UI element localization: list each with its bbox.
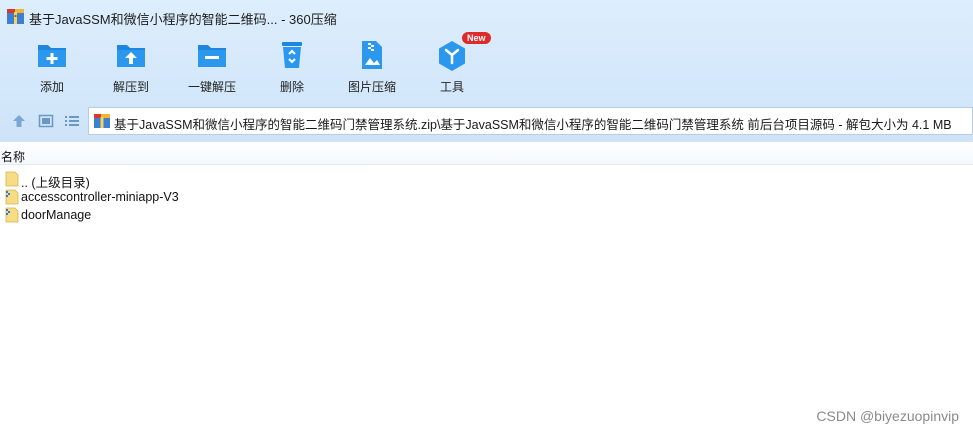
extract-to-label: 解压到	[112, 80, 149, 94]
list-item[interactable]: doorManage	[3, 206, 403, 224]
column-header-name[interactable]: 名称	[0, 142, 973, 165]
watermark-text: CSDN @biyezuopinvip	[816, 408, 959, 424]
new-badge: New	[462, 32, 491, 44]
add-folder-icon	[38, 45, 66, 67]
thumbnail-view-icon[interactable]	[38, 113, 54, 129]
image-compress-icon	[362, 41, 382, 69]
tools-label: 工具	[439, 80, 464, 94]
column-header-label: 名称	[1, 150, 26, 164]
extract-to-button[interactable]: 解压到	[91, 36, 171, 96]
one-click-extract-button[interactable]: 一键解压	[172, 36, 252, 96]
list-item[interactable]: accesscontroller-miniapp-V3	[3, 188, 403, 206]
zip-folder-icon	[5, 207, 19, 223]
parent-folder-icon	[5, 171, 19, 187]
add-label: 添加	[39, 80, 64, 94]
toolbar: 添加 解压到 一键解压 删除 图片压缩 New 工具	[0, 32, 973, 98]
list-item-name: accesscontroller-miniapp-V3	[21, 190, 179, 204]
image-compress-button[interactable]: 图片压缩	[332, 36, 412, 96]
navigation-bar: 基于JavaSSM和微信小程序的智能二维码门禁管理系统.zip\基于JavaSS…	[0, 104, 973, 138]
top-area: 基于JavaSSM和微信小程序的智能二维码... - 360压缩 添加 解压到	[0, 0, 973, 142]
add-button[interactable]: 添加	[12, 36, 92, 96]
delete-label: 删除	[279, 80, 304, 94]
up-arrow-icon[interactable]	[11, 113, 27, 129]
path-bar[interactable]: 基于JavaSSM和微信小程序的智能二维码门禁管理系统.zip\基于JavaSS…	[88, 107, 973, 135]
delete-button[interactable]: 删除	[252, 36, 332, 96]
image-compress-label: 图片压缩	[347, 80, 396, 94]
list-item[interactable]: .. (上级目录)	[3, 170, 403, 190]
archive-app-icon	[7, 9, 24, 24]
archive-file-icon	[94, 114, 110, 128]
title-bar[interactable]: 基于JavaSSM和微信小程序的智能二维码... - 360压缩	[0, 0, 973, 34]
list-view-icon[interactable]	[64, 113, 80, 129]
file-list: 名称 .. (上级目录) accesscontroller-miniapp-V3…	[0, 142, 973, 437]
path-text: 基于JavaSSM和微信小程序的智能二维码门禁管理系统.zip\基于JavaSS…	[114, 118, 952, 132]
one-click-extract-label: 一键解压	[187, 80, 236, 94]
one-click-extract-icon	[198, 45, 226, 67]
window-title: 基于JavaSSM和微信小程序的智能二维码... - 360压缩	[29, 12, 337, 27]
list-item-name: doorManage	[21, 208, 92, 222]
tools-cube-icon	[439, 41, 465, 71]
zip-folder-icon	[5, 189, 19, 205]
extract-to-icon	[117, 45, 145, 67]
recycle-bin-icon	[282, 42, 302, 68]
tools-button[interactable]: New 工具	[412, 32, 492, 96]
